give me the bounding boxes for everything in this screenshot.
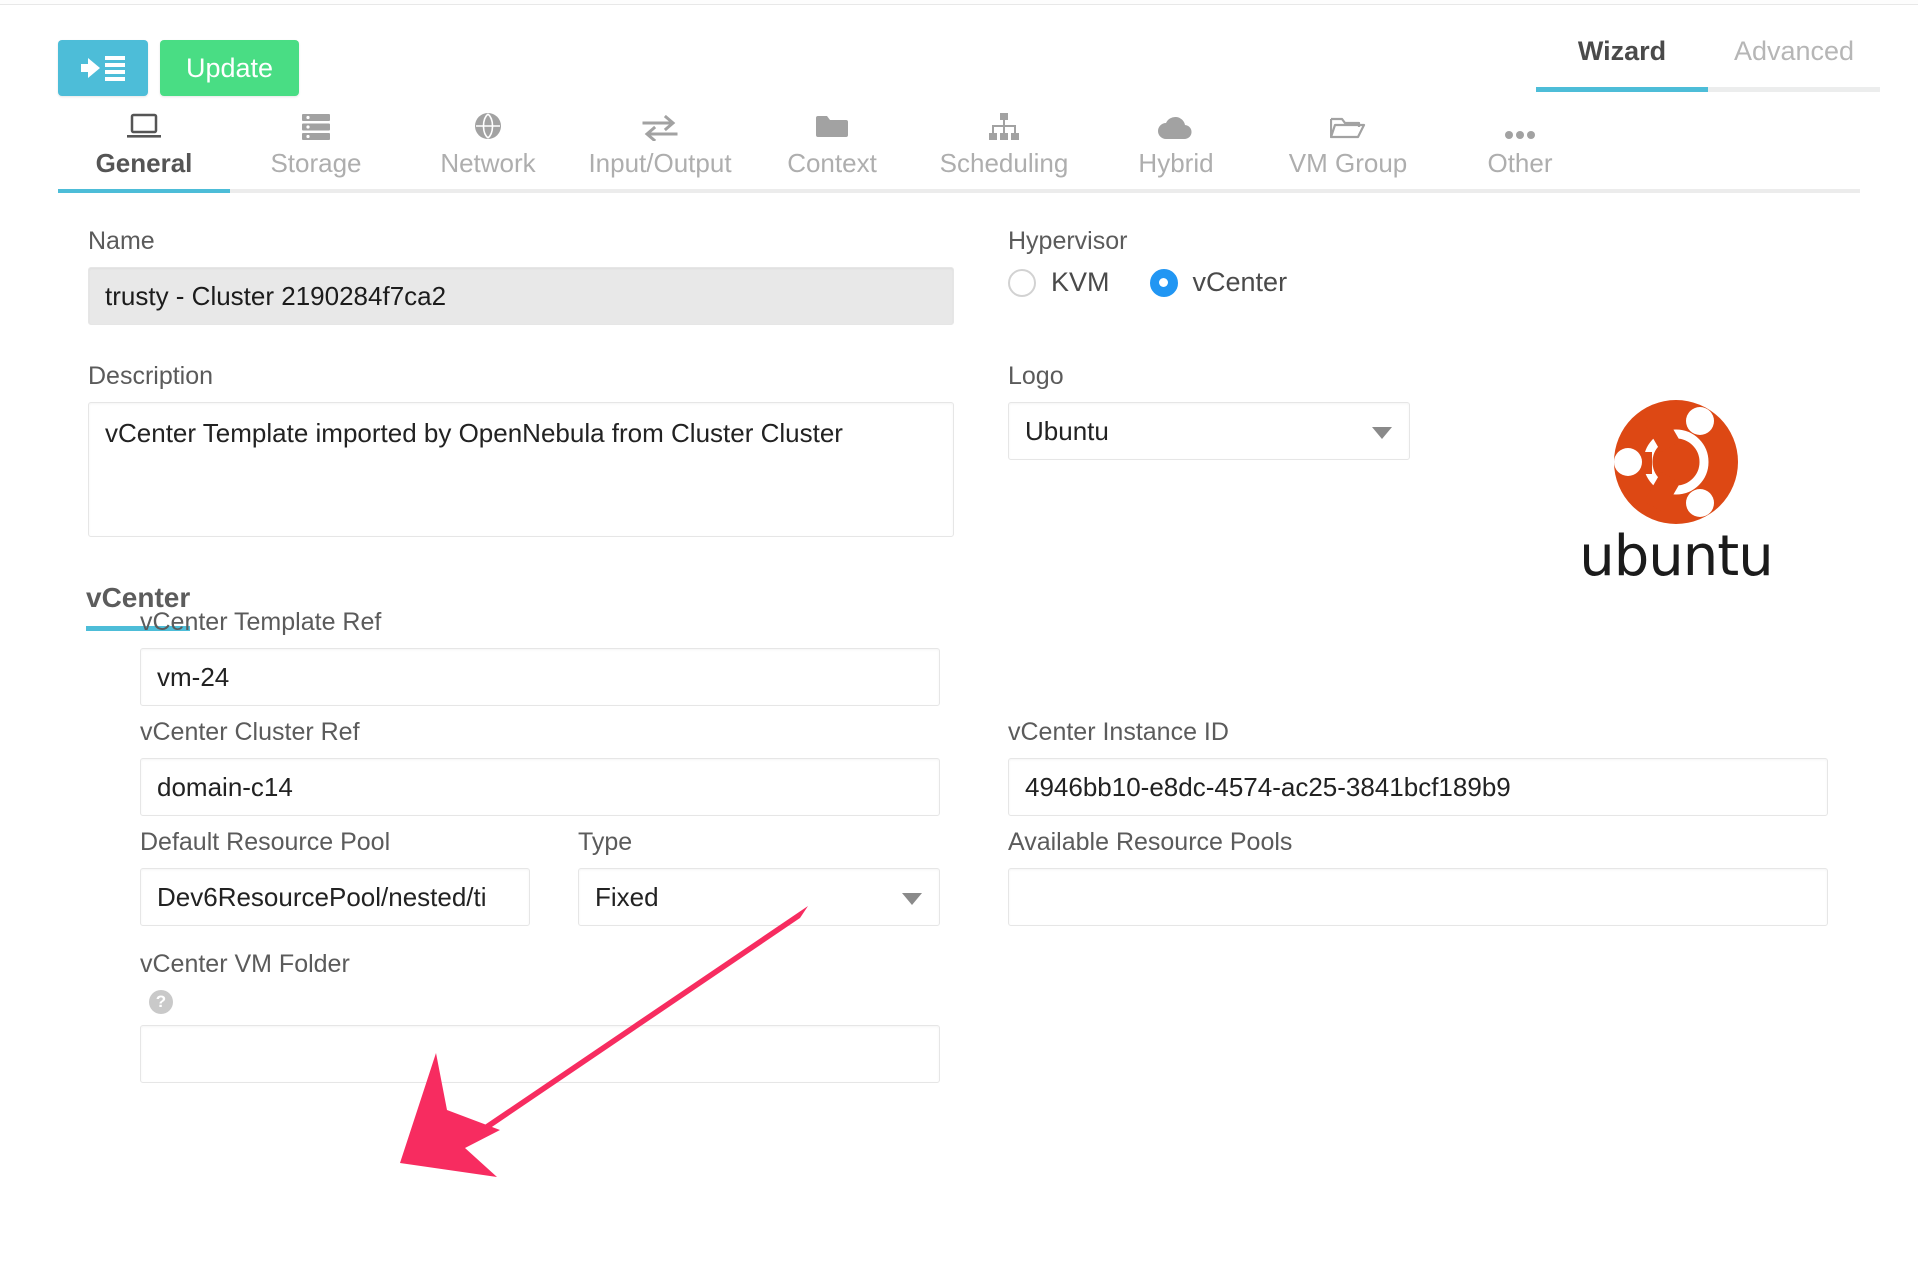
vcenter-vm-folder-label: vCenter VM Folder <box>140 950 350 978</box>
radio-kvm-icon <box>1008 268 1036 297</box>
ellipsis-icon <box>1434 111 1606 141</box>
vcenter-vm-folder-group: vCenter VM Folder? <box>140 950 940 1083</box>
radio-kvm-label: KVM <box>1051 267 1110 297</box>
exchange-icon <box>574 111 746 141</box>
vcenter-instance-id-input[interactable] <box>1008 758 1828 816</box>
tab-label: Context <box>787 148 877 178</box>
default-resource-pool-group: Default Resource Pool <box>140 828 530 926</box>
folder-open-icon <box>1262 111 1434 141</box>
tab-label: Scheduling <box>939 148 1069 178</box>
hypervisor-option-kvm[interactable]: KVM <box>1008 267 1110 298</box>
update-button[interactable]: Update <box>160 40 300 96</box>
mode-tab-group: Wizard Advanced <box>1536 28 1880 92</box>
resource-pool-type-label: Type <box>578 828 633 856</box>
vcenter-instance-id-label: vCenter Instance ID <box>1008 718 1229 746</box>
vcenter-template-ref-group: vCenter Template Ref <box>140 608 940 706</box>
tab-storage[interactable]: Storage <box>230 111 402 189</box>
name-field-group: Name <box>88 227 954 325</box>
sitemap-icon <box>918 111 1090 141</box>
logo-label: Logo <box>1008 362 1064 390</box>
general-form: Name Hypervisor KVM vCenter Description … <box>0 210 1918 1288</box>
tab-wizard[interactable]: Wizard <box>1536 28 1708 92</box>
vcenter-template-ref-label: vCenter Template Ref <box>140 608 382 636</box>
name-label: Name <box>88 227 155 255</box>
available-resource-pools-group: Available Resource Pools <box>1008 828 1828 926</box>
ubuntu-wordmark: ubuntu <box>1579 524 1773 589</box>
ubuntu-logo-icon <box>1614 400 1738 524</box>
globe-icon <box>402 111 574 141</box>
vcenter-vm-folder-input[interactable] <box>140 1025 940 1083</box>
logo-preview: ubuntu <box>1576 392 1776 589</box>
description-textarea[interactable] <box>88 402 954 537</box>
description-label: Description <box>88 362 214 390</box>
tab-label: VM Group <box>1288 148 1408 178</box>
tab-label: Other <box>1487 148 1553 178</box>
available-resource-pools-input[interactable] <box>1008 868 1828 926</box>
vcenter-cluster-ref-group: vCenter Cluster Ref <box>140 718 940 816</box>
tab-label: Storage <box>270 148 362 178</box>
window-top-edge <box>0 0 1918 5</box>
vcenter-cluster-ref-label: vCenter Cluster Ref <box>140 718 360 746</box>
vcenter-instance-id-group: vCenter Instance ID <box>1008 718 1828 816</box>
hypervisor-option-vcenter[interactable]: vCenter <box>1149 267 1288 298</box>
tab-label: Network <box>440 148 536 178</box>
hypervisor-label: Hypervisor <box>1008 227 1128 255</box>
available-resource-pools-label: Available Resource Pools <box>1008 828 1293 856</box>
back-to-list-button[interactable] <box>58 40 148 96</box>
tab-general[interactable]: General <box>58 111 230 193</box>
description-field-group: Description <box>88 362 954 542</box>
help-icon[interactable]: ? <box>149 990 173 1014</box>
tab-context[interactable]: Context <box>746 111 918 189</box>
vcenter-cluster-ref-input[interactable] <box>140 758 940 816</box>
default-resource-pool-label: Default Resource Pool <box>140 828 391 856</box>
tab-other[interactable]: Other <box>1434 111 1606 189</box>
default-resource-pool-input[interactable] <box>140 868 530 926</box>
laptop-icon <box>58 111 230 141</box>
hypervisor-group: Hypervisor KVM vCenter <box>1008 227 1708 298</box>
tab-advanced[interactable]: Advanced <box>1708 28 1880 92</box>
back-list-icon <box>80 54 126 82</box>
tab-label: Hybrid <box>1138 148 1214 178</box>
folder-icon <box>746 111 918 141</box>
tab-vm-group[interactable]: VM Group <box>1262 111 1434 189</box>
tab-input-output[interactable]: Input/Output <box>574 111 746 189</box>
tab-label: General <box>95 148 193 178</box>
tab-network[interactable]: Network <box>402 111 574 189</box>
storage-icon <box>230 111 402 141</box>
radio-vcenter-label: vCenter <box>1192 267 1288 297</box>
section-tab-bar: General Storage Network Input/Output Con… <box>58 113 1860 193</box>
resource-pool-type-select[interactable] <box>578 868 940 926</box>
logo-field-group: Logo <box>1008 362 1410 460</box>
logo-select[interactable] <box>1008 402 1410 460</box>
tab-label: Input/Output <box>588 148 732 178</box>
resource-pool-type-select-wrapper[interactable] <box>578 868 940 926</box>
logo-select-wrapper[interactable] <box>1008 402 1410 460</box>
tab-scheduling[interactable]: Scheduling <box>918 111 1090 189</box>
resource-pool-type-group: Type <box>578 828 940 926</box>
radio-vcenter-icon <box>1149 268 1178 297</box>
tab-hybrid[interactable]: Hybrid <box>1090 111 1262 189</box>
cloud-icon <box>1090 111 1262 141</box>
vcenter-template-ref-input[interactable] <box>140 648 940 706</box>
name-input[interactable] <box>88 267 954 325</box>
